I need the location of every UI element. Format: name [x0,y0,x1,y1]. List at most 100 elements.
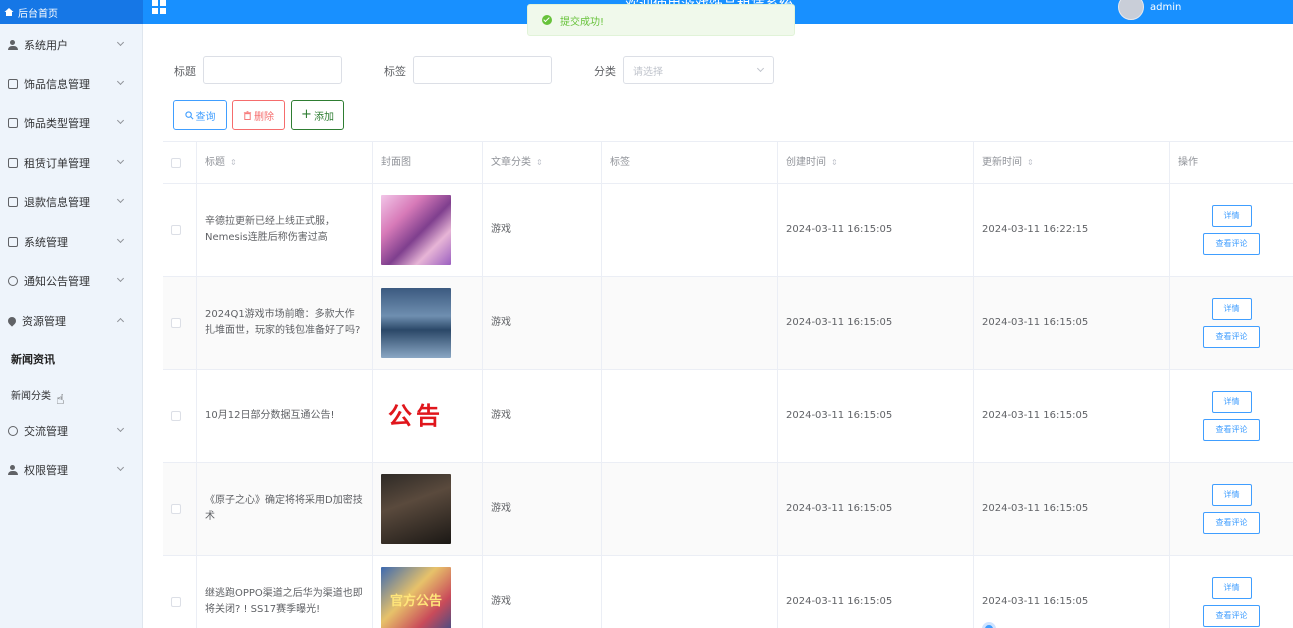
row-checkbox[interactable] [171,597,181,607]
row-checkbox[interactable] [171,318,181,328]
sidebar-item-label: 资源管理 [22,315,66,328]
sidebar-item-label: 权限管理 [24,464,68,477]
row-created: 2024-03-11 16:15:05 [778,556,974,628]
table-header-row: 标题 ⇕ 封面图 文章分类 ⇕ 标签 创建时间 ⇕ 更新时间 ⇕ 操作 [163,142,1293,184]
title-filter-input[interactable] [203,56,342,84]
view-comments-button[interactable]: 查看评论 [1203,512,1260,534]
header-created[interactable]: 创建时间 ⇕ [778,142,974,183]
sort-icon[interactable]: ⇕ [230,158,237,166]
sidebar-subitem-news-category[interactable]: 新闻分类 [0,376,143,412]
header-title[interactable]: 标题 ⇕ [197,142,373,183]
header-updated[interactable]: 更新时间 ⇕ [974,142,1170,183]
row-updated: 2024-03-11 16:15:05 [974,556,1170,628]
check-circle-icon [542,15,552,25]
row-actions: 详情 查看评论 [1170,463,1293,555]
row-actions: 详情 查看评论 [1170,184,1293,276]
sidebar-subitem-label: 新闻资讯 [11,353,55,366]
add-button[interactable]: + 添加 [291,100,344,130]
menu-toggle-grid-icon[interactable] [152,0,166,14]
header-label: 封面图 [381,156,411,168]
row-category: 游戏 [483,277,602,369]
sidebar-item-notices[interactable]: 通知公告管理 [0,262,143,300]
view-comments-button[interactable]: 查看评论 [1203,419,1260,441]
category-select[interactable]: 请选择 [623,56,774,84]
row-select-cell[interactable] [163,463,197,555]
sort-icon[interactable]: ⇕ [1027,158,1034,166]
row-title: 辛德拉更新已经上线正式服，Nemesis连胜后称伤害过高 [197,184,373,276]
detail-button[interactable]: 详情 [1211,577,1252,599]
view-comments-button[interactable]: 查看评论 [1203,605,1260,627]
row-select-cell[interactable] [163,556,197,628]
row-checkbox[interactable] [171,411,181,421]
row-category: 游戏 [483,184,602,276]
delete-label: 删除 [254,111,274,123]
home-link[interactable]: 后台首页 [0,0,143,24]
app-root: 后台首页 欢迎使用游戏饰品租赁系统 admin 提交成功! 系统用户 饰品信息管… [0,0,1293,628]
row-select-cell[interactable] [163,370,197,462]
chevron-down-icon [116,274,125,283]
user-icon [8,465,18,475]
row-cover: 公告 [373,370,483,462]
sidebar-item-permissions[interactable]: 权限管理 [0,451,143,489]
chevron-down-icon [116,156,125,165]
home-icon [4,8,14,16]
row-updated: 2024-03-11 16:22:15 [974,184,1170,276]
row-select-cell[interactable] [163,184,197,276]
document-icon [8,79,18,89]
row-tag [602,277,778,369]
chevron-down-icon [116,116,125,125]
row-tag [602,463,778,555]
sidebar-item-system-users[interactable]: 系统用户 [0,26,143,64]
row-tag [602,370,778,462]
sort-icon[interactable]: ⇕ [831,158,838,166]
sidebar-item-system[interactable]: 系统管理 [0,223,143,261]
row-checkbox[interactable] [171,225,181,235]
view-comments-button[interactable]: 查看评论 [1203,326,1260,348]
row-select-cell[interactable] [163,277,197,369]
table-row: 《原子之心》确定将将采用D加密技术 游戏 2024-03-11 16:15:05… [163,463,1293,556]
sidebar-item-accessory-type[interactable]: 饰品类型管理 [0,104,143,142]
detail-button[interactable]: 详情 [1211,391,1252,413]
select-all-checkbox[interactable] [171,157,181,168]
add-label: 添加 [313,111,334,123]
sidebar-item-label: 饰品信息管理 [24,78,90,91]
avatar[interactable] [1118,0,1144,20]
row-checkbox[interactable] [171,504,181,514]
chevron-down-icon [116,463,125,472]
row-title: 2024Q1游戏市场前瞻：多款大作扎堆面世，玩家的钱包准备好了吗? [197,277,373,369]
detail-button[interactable]: 详情 [1211,298,1252,320]
row-category: 游戏 [483,556,602,628]
sidebar-item-communication[interactable]: 交流管理 [0,412,143,450]
sidebar-item-label: 租赁订单管理 [24,157,90,170]
chevron-down-icon [116,424,125,433]
image-icon [8,237,18,247]
select-all-cell[interactable] [163,142,197,183]
table-row: 10月12日部分数据互通公告! 公告 游戏 2024-03-11 16:15:0… [163,370,1293,463]
tag-filter-label: 标签 [384,65,406,78]
detail-button[interactable]: 详情 [1211,484,1252,506]
row-cover: 官方公告 [373,556,483,628]
detail-button[interactable]: 详情 [1211,205,1252,227]
delete-button[interactable]: 删除 [232,100,285,130]
table-row: 辛德拉更新已经上线正式服，Nemesis连胜后称伤害过高 游戏 2024-03-… [163,184,1293,277]
sidebar-item-rental-orders[interactable]: 租赁订单管理 [0,144,143,182]
row-updated: 2024-03-11 16:15:05 [974,370,1170,462]
tag-filter-input[interactable] [413,56,552,84]
sidebar-item-accessory-info[interactable]: 饰品信息管理 [0,65,143,103]
header-category[interactable]: 文章分类 ⇕ [483,142,602,183]
hand-cursor-icon: ☝ [56,392,65,408]
view-comments-button[interactable]: 查看评论 [1203,233,1260,255]
sort-icon[interactable]: ⇕ [536,158,543,166]
sidebar-subitem-news[interactable]: 新闻资讯 [0,341,143,377]
sidebar-item-resources[interactable]: 资源管理 [0,302,143,340]
row-tag [602,556,778,628]
category-select-placeholder: 请选择 [633,66,663,78]
query-button[interactable]: 查询 [173,100,227,130]
username[interactable]: admin [1150,2,1181,13]
row-cover [373,184,483,276]
table-row: 2024Q1游戏市场前瞻：多款大作扎堆面世，玩家的钱包准备好了吗? 游戏 202… [163,277,1293,370]
row-title: 10月12日部分数据互通公告! [197,370,373,462]
sidebar-item-refunds[interactable]: 退款信息管理 [0,183,143,221]
chevron-down-icon [116,195,125,204]
cover-text: 公告 [388,402,444,430]
